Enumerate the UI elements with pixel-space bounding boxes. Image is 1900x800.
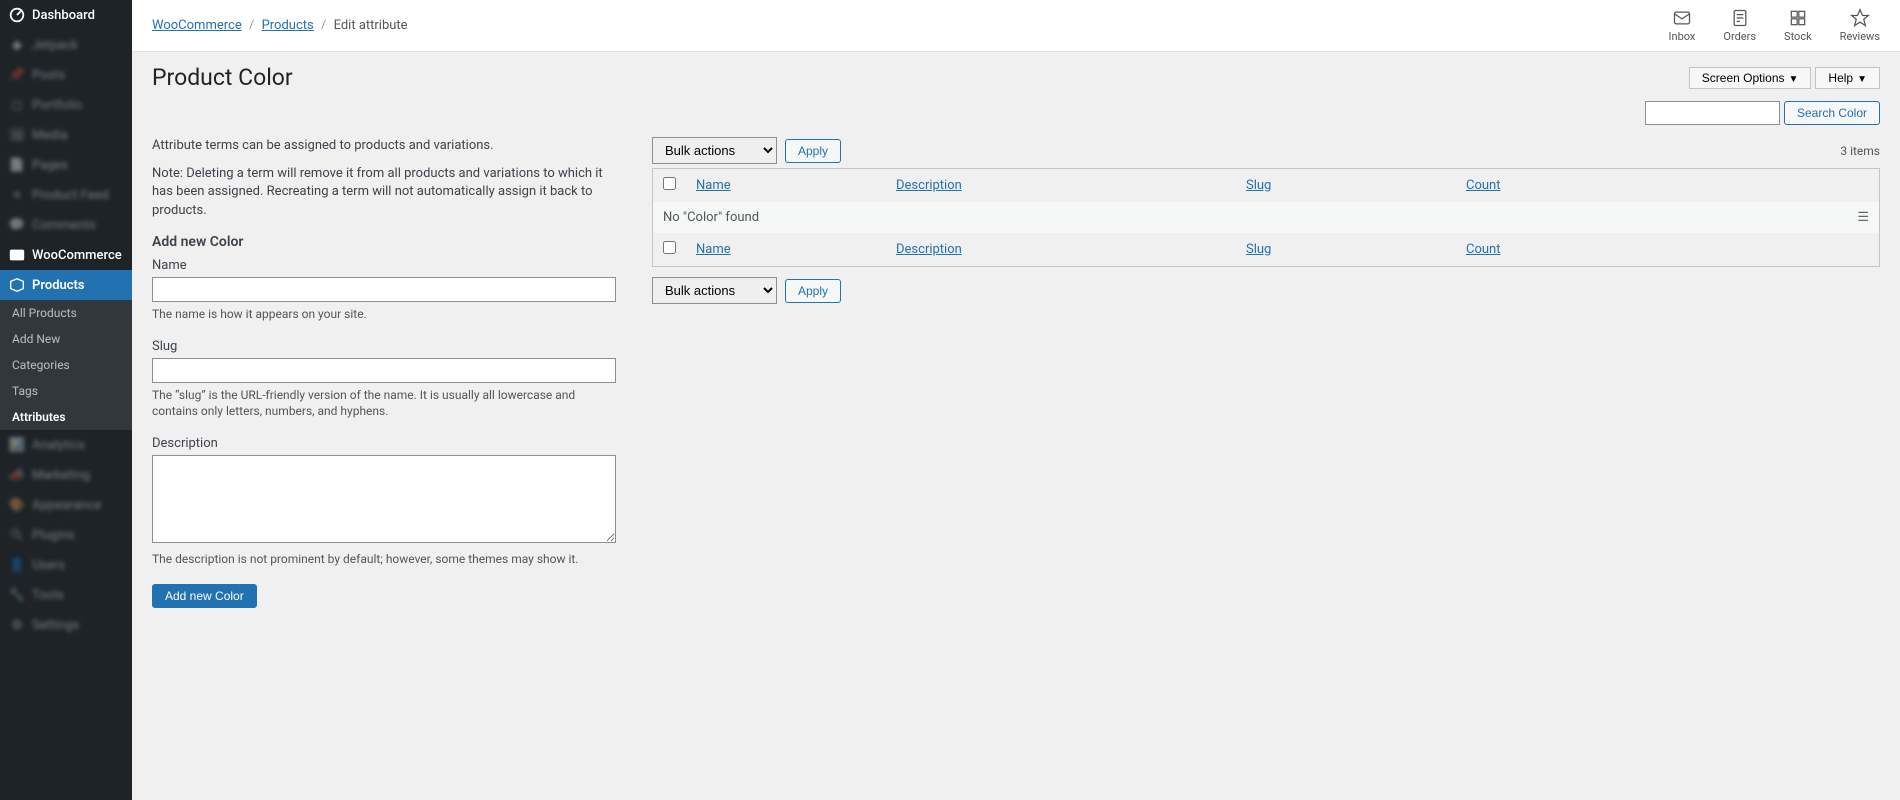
terms-table: Name Description Slug Count No "Color" f…: [652, 168, 1880, 267]
admin-sidebar: Dashboard ◆Jetpack 📌Posts ◻Portfolio 🖼Me…: [0, 0, 132, 800]
sidebar-item-media[interactable]: 🖼Media: [0, 120, 132, 150]
sidebar-item-dashboard[interactable]: Dashboard: [0, 0, 132, 30]
breadcrumb-sep: /: [321, 18, 326, 33]
main-content: WooCommerce / Products / Edit attribute …: [132, 0, 1900, 648]
topicon-orders[interactable]: Orders: [1723, 8, 1756, 43]
sidebar-item-tools[interactable]: 🔧Tools: [0, 580, 132, 610]
configure-icon[interactable]: ☰: [1857, 210, 1869, 225]
sidebar-item-users[interactable]: 👤Users: [0, 550, 132, 580]
col-count-bottom[interactable]: Count: [1466, 242, 1500, 257]
items-count: 3 items: [1840, 144, 1880, 158]
sidebar-item-woocommerce[interactable]: WooCommerce: [0, 240, 132, 270]
breadcrumb: WooCommerce / Products / Edit attribute: [152, 18, 408, 33]
submenu-add-new[interactable]: Add New: [0, 326, 132, 352]
chevron-down-icon: ▼: [1857, 74, 1867, 85]
products-icon: [8, 276, 26, 294]
sidebar-item-comments[interactable]: 💬Comments: [0, 210, 132, 240]
sidebar-products-submenu: All Products Add New Categories Tags Att…: [0, 300, 132, 430]
description-help: The description is not prominent by defa…: [152, 551, 616, 568]
woo-icon: [8, 246, 26, 264]
sidebar-item-pages[interactable]: 📄Pages: [0, 150, 132, 180]
topicon-inbox[interactable]: Inbox: [1669, 8, 1696, 43]
table-row-empty: No "Color" found ☰: [653, 202, 1880, 233]
col-description[interactable]: Description: [896, 178, 962, 193]
search-input[interactable]: [1645, 101, 1780, 125]
sidebar-dashboard-label: Dashboard: [32, 8, 95, 23]
col-name[interactable]: Name: [696, 178, 731, 193]
sidebar-item-jetpack[interactable]: ◆Jetpack: [0, 30, 132, 60]
description-label: Description: [152, 436, 616, 451]
empty-message: No "Color" found: [663, 210, 759, 225]
col-slug[interactable]: Slug: [1246, 178, 1271, 193]
apply-bottom-button[interactable]: Apply: [785, 279, 841, 303]
search-button[interactable]: Search Color: [1784, 101, 1880, 125]
dashboard-icon: [8, 6, 26, 24]
sidebar-item-analytics[interactable]: 📊Analytics: [0, 430, 132, 460]
col-slug-bottom[interactable]: Slug: [1246, 242, 1271, 257]
select-all-bottom-checkbox[interactable]: [663, 241, 676, 254]
breadcrumb-woocommerce[interactable]: WooCommerce: [152, 18, 242, 33]
topicon-stock[interactable]: Stock: [1784, 8, 1812, 43]
name-input[interactable]: [152, 277, 616, 302]
sidebar-woocommerce-label: WooCommerce: [32, 248, 122, 263]
intro-text-2: Note: Deleting a term will remove it fro…: [152, 165, 616, 220]
inbox-icon: [1672, 8, 1692, 28]
submenu-attributes[interactable]: Attributes: [0, 404, 132, 430]
description-textarea[interactable]: [152, 455, 616, 543]
table-column: Bulk actions Apply 3 items Name Descript…: [652, 137, 1880, 608]
col-count[interactable]: Count: [1466, 178, 1500, 193]
sidebar-item-marketing[interactable]: 📣Marketing: [0, 460, 132, 490]
sidebar-item-posts[interactable]: 📌Posts: [0, 60, 132, 90]
slug-label: Slug: [152, 339, 616, 354]
bulk-actions-bottom[interactable]: Bulk actions: [652, 277, 777, 304]
stock-icon: [1788, 8, 1808, 28]
screen-options-button[interactable]: Screen Options▼: [1689, 67, 1812, 89]
col-description-bottom[interactable]: Description: [896, 242, 962, 257]
chevron-down-icon: ▼: [1789, 74, 1799, 85]
sidebar-item-productfeed[interactable]: ≡Product Feed: [0, 180, 132, 210]
sidebar-item-appearance[interactable]: 🎨Appearance: [0, 490, 132, 520]
reviews-icon: [1850, 8, 1870, 28]
top-icons: Inbox Orders Stock Reviews: [1669, 8, 1880, 43]
page-title: Product Color: [152, 64, 293, 91]
form-heading: Add new Color: [152, 234, 616, 250]
breadcrumb-current: Edit attribute: [334, 18, 408, 33]
form-column: Attribute terms can be assigned to produ…: [152, 137, 616, 608]
topbar: WooCommerce / Products / Edit attribute …: [132, 0, 1900, 52]
topicon-stock-label: Stock: [1784, 30, 1812, 43]
sidebar-item-products[interactable]: Products: [0, 270, 132, 300]
sidebar-item-settings[interactable]: ⚙Settings: [0, 610, 132, 640]
breadcrumb-sep: /: [249, 18, 254, 33]
name-label: Name: [152, 258, 616, 273]
topicon-orders-label: Orders: [1723, 30, 1756, 43]
submenu-tags[interactable]: Tags: [0, 378, 132, 404]
topicon-inbox-label: Inbox: [1669, 30, 1696, 43]
select-all-top-checkbox[interactable]: [663, 177, 676, 190]
submenu-all-products[interactable]: All Products: [0, 300, 132, 326]
submenu-categories[interactable]: Categories: [0, 352, 132, 378]
bulk-actions-top[interactable]: Bulk actions: [652, 137, 777, 164]
col-name-bottom[interactable]: Name: [696, 242, 731, 257]
add-new-button[interactable]: Add new Color: [152, 584, 257, 608]
orders-icon: [1730, 8, 1750, 28]
topicon-reviews-label: Reviews: [1840, 30, 1880, 43]
slug-input[interactable]: [152, 358, 616, 383]
apply-top-button[interactable]: Apply: [785, 139, 841, 163]
breadcrumb-products[interactable]: Products: [262, 18, 314, 33]
sidebar-item-plugins[interactable]: 🔌Plugins: [0, 520, 132, 550]
name-help: The name is how it appears on your site.: [152, 306, 616, 323]
help-button[interactable]: Help▼: [1815, 67, 1880, 89]
sidebar-products-label: Products: [32, 278, 85, 293]
sidebar-item-portfolio[interactable]: ◻Portfolio: [0, 90, 132, 120]
slug-help: The “slug” is the URL-friendly version o…: [152, 387, 616, 421]
intro-text-1: Attribute terms can be assigned to produ…: [152, 137, 616, 155]
content: Product Color Screen Options▼ Help▼ Sear…: [132, 52, 1900, 648]
topicon-reviews[interactable]: Reviews: [1840, 8, 1880, 43]
